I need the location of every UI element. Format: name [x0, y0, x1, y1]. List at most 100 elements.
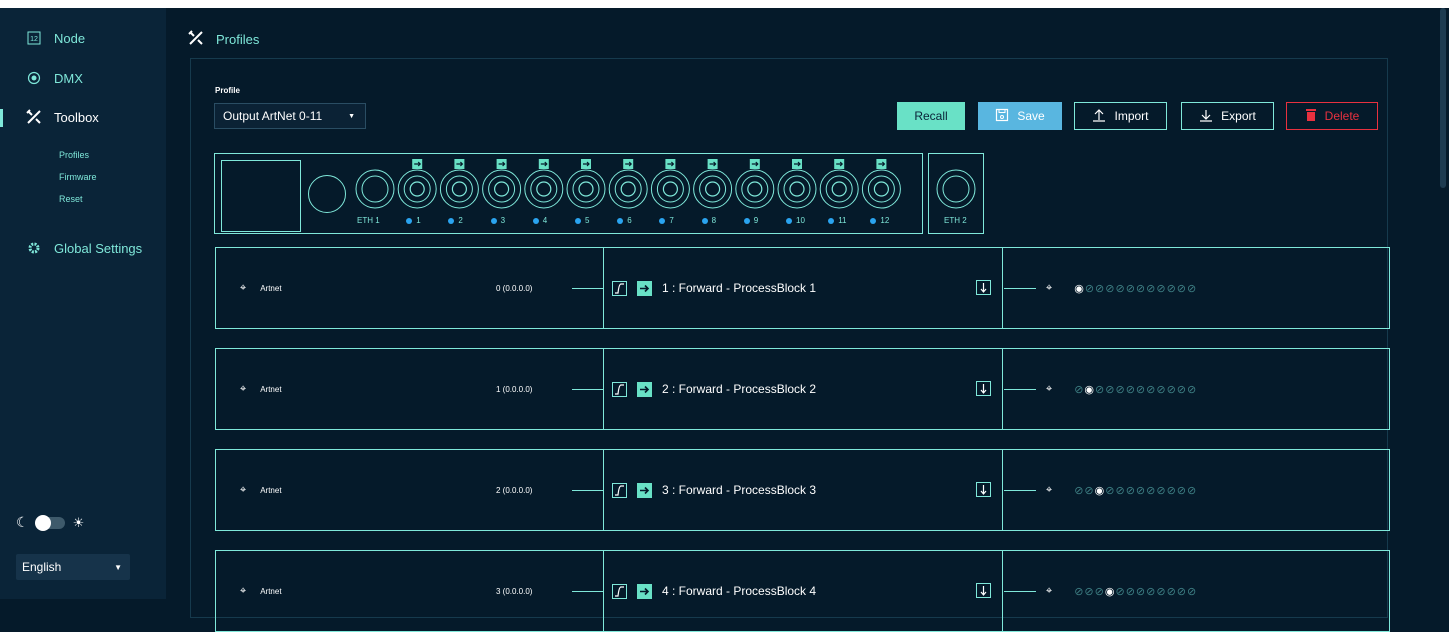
port-inactive-icon[interactable]: ⊘ [1156, 585, 1165, 598]
port-inactive-icon[interactable]: ⊘ [1146, 383, 1155, 396]
port-inactive-icon[interactable]: ⊘ [1136, 383, 1145, 396]
output-toggle-icon[interactable] [976, 482, 991, 497]
port-inactive-icon[interactable]: ⊘ [1187, 383, 1196, 396]
upload-icon [1092, 108, 1106, 125]
route-row[interactable]: ⌖ Artnet 3 (0.0.0.0) 4 : Forward - Proce… [215, 550, 1390, 632]
sidebar-sub-reset[interactable]: Reset [59, 194, 83, 204]
sidebar-sub-firmware[interactable]: Firmware [59, 172, 97, 182]
process-block[interactable]: 4 : Forward - ProcessBlock 4 [612, 551, 816, 631]
port-inactive-icon[interactable]: ⊘ [1177, 484, 1186, 497]
route-row[interactable]: ⌖ Artnet 1 (0.0.0.0) 2 : Forward - Proce… [215, 348, 1390, 430]
port-inactive-icon[interactable]: ⊘ [1095, 282, 1104, 295]
curve-icon[interactable] [612, 482, 627, 498]
forward-icon[interactable] [637, 381, 652, 397]
port-inactive-icon[interactable]: ⊘ [1126, 383, 1135, 396]
process-block[interactable]: 3 : Forward - ProcessBlock 3 [612, 450, 816, 530]
port-inactive-icon[interactable]: ⊘ [1084, 585, 1093, 598]
profile-select[interactable]: Output ArtNet 0-11 ▼ [214, 103, 366, 129]
sidebar-item-dmx[interactable]: DMX [26, 70, 83, 86]
input-section: ⌖ Artnet [240, 450, 282, 530]
output-toggle-icon[interactable] [976, 280, 991, 295]
process-block[interactable]: 2 : Forward - ProcessBlock 2 [612, 349, 816, 429]
connector-line [572, 490, 604, 491]
port-inactive-icon[interactable]: ⊘ [1085, 282, 1094, 295]
port-inactive-icon[interactable]: ⊘ [1105, 383, 1114, 396]
curve-icon[interactable] [612, 280, 627, 296]
language-select[interactable]: English ▼ [16, 554, 130, 580]
import-button[interactable]: Import [1074, 102, 1167, 130]
port-active-icon[interactable]: ◉ [1105, 585, 1115, 598]
forward-icon[interactable] [637, 482, 652, 498]
export-button[interactable]: Export [1181, 102, 1274, 130]
port-inactive-icon[interactable]: ⊘ [1167, 484, 1176, 497]
port-inactive-icon[interactable]: ⊘ [1167, 383, 1176, 396]
port-inactive-icon[interactable]: ⊘ [1105, 484, 1114, 497]
port-active-icon[interactable]: ◉ [1095, 484, 1105, 497]
sidebar-item-node[interactable]: 12 Node [26, 30, 85, 46]
port-inactive-icon[interactable]: ⊘ [1167, 585, 1176, 598]
port-inactive-icon[interactable]: ⊘ [1146, 484, 1155, 497]
port-status-dot [828, 217, 835, 224]
output-toggle-icon[interactable] [976, 381, 991, 396]
output-icon: ⌖ [1046, 382, 1053, 395]
forward-icon[interactable] [637, 583, 652, 599]
port-inactive-icon[interactable]: ⊘ [1156, 282, 1165, 295]
port-active-icon[interactable]: ◉ [1074, 282, 1084, 295]
port-inactive-icon[interactable]: ⊘ [1136, 585, 1145, 598]
save-button[interactable]: Save [978, 102, 1062, 130]
curve-icon[interactable] [612, 381, 627, 397]
port-inactive-icon[interactable]: ⊘ [1177, 383, 1186, 396]
port-inactive-icon[interactable]: ⊘ [1126, 585, 1135, 598]
port-inactive-icon[interactable]: ⊘ [1074, 585, 1083, 598]
port-inactive-icon[interactable]: ⊘ [1156, 484, 1165, 497]
port-inactive-icon[interactable]: ⊘ [1095, 383, 1104, 396]
port-inactive-icon[interactable]: ⊘ [1115, 484, 1124, 497]
port-inactive-icon[interactable]: ⊘ [1095, 585, 1104, 598]
port-inactive-icon[interactable]: ⊘ [1105, 282, 1114, 295]
port-inactive-icon[interactable]: ⊘ [1115, 585, 1124, 598]
port-inactive-icon[interactable]: ⊘ [1126, 282, 1135, 295]
dmx-icon [26, 70, 42, 86]
port-active-icon[interactable]: ◉ [1084, 383, 1094, 396]
port-inactive-icon[interactable]: ⊘ [1074, 484, 1083, 497]
delete-button[interactable]: Delete [1286, 102, 1378, 130]
port-inactive-icon[interactable]: ⊘ [1136, 282, 1145, 295]
port-inactive-icon[interactable]: ⊘ [1156, 383, 1165, 396]
protocol-label: Artnet [260, 586, 282, 596]
port-inactive-icon[interactable]: ⊘ [1187, 484, 1196, 497]
theme-switch[interactable] [34, 514, 65, 531]
sidebar-item-toolbox[interactable]: Toolbox [26, 109, 99, 125]
port-inactive-icon[interactable]: ⊘ [1115, 282, 1124, 295]
row-divider [603, 551, 604, 631]
port-inactive-icon[interactable]: ⊘ [1136, 484, 1145, 497]
port-inactive-icon[interactable]: ⊘ [1115, 383, 1124, 396]
device-display [221, 160, 301, 232]
output-toggle-icon[interactable] [976, 583, 991, 598]
port-inactive-icon[interactable]: ⊘ [1177, 585, 1186, 598]
port-inactive-icon[interactable]: ⊘ [1074, 383, 1083, 396]
recall-button[interactable]: Recall [897, 102, 965, 130]
port-inactive-icon[interactable]: ⊘ [1146, 585, 1155, 598]
forward-icon[interactable] [637, 280, 652, 296]
port-inactive-icon[interactable]: ⊘ [1084, 484, 1093, 497]
process-block[interactable]: 1 : Forward - ProcessBlock 1 [612, 248, 816, 328]
sidebar-item-global-settings[interactable]: Global Settings [26, 240, 142, 256]
theme-toggle[interactable]: ☾ ☀ [16, 514, 84, 531]
port-inactive-icon[interactable]: ⊘ [1167, 282, 1176, 295]
port-inactive-icon[interactable]: ⊘ [1126, 484, 1135, 497]
sidebar-sub-profiles[interactable]: Profiles [59, 150, 89, 160]
port-inactive-icon[interactable]: ⊘ [1187, 585, 1196, 598]
port-number: 7 [669, 216, 674, 225]
scrollbar[interactable] [1440, 8, 1446, 188]
save-icon [995, 108, 1009, 125]
protocol-label: Artnet [260, 384, 282, 394]
moon-icon: ☾ [16, 514, 29, 530]
eth1-label: ETH 1 [357, 216, 380, 225]
port-inactive-icon[interactable]: ⊘ [1146, 282, 1155, 295]
port-inactive-icon[interactable]: ⊘ [1187, 282, 1196, 295]
connector-line [572, 389, 604, 390]
port-inactive-icon[interactable]: ⊘ [1177, 282, 1186, 295]
route-row[interactable]: ⌖ Artnet 2 (0.0.0.0) 3 : Forward - Proce… [215, 449, 1390, 531]
curve-icon[interactable] [612, 583, 627, 599]
route-row[interactable]: ⌖ Artnet 0 (0.0.0.0) 1 : Forward - Proce… [215, 247, 1390, 329]
